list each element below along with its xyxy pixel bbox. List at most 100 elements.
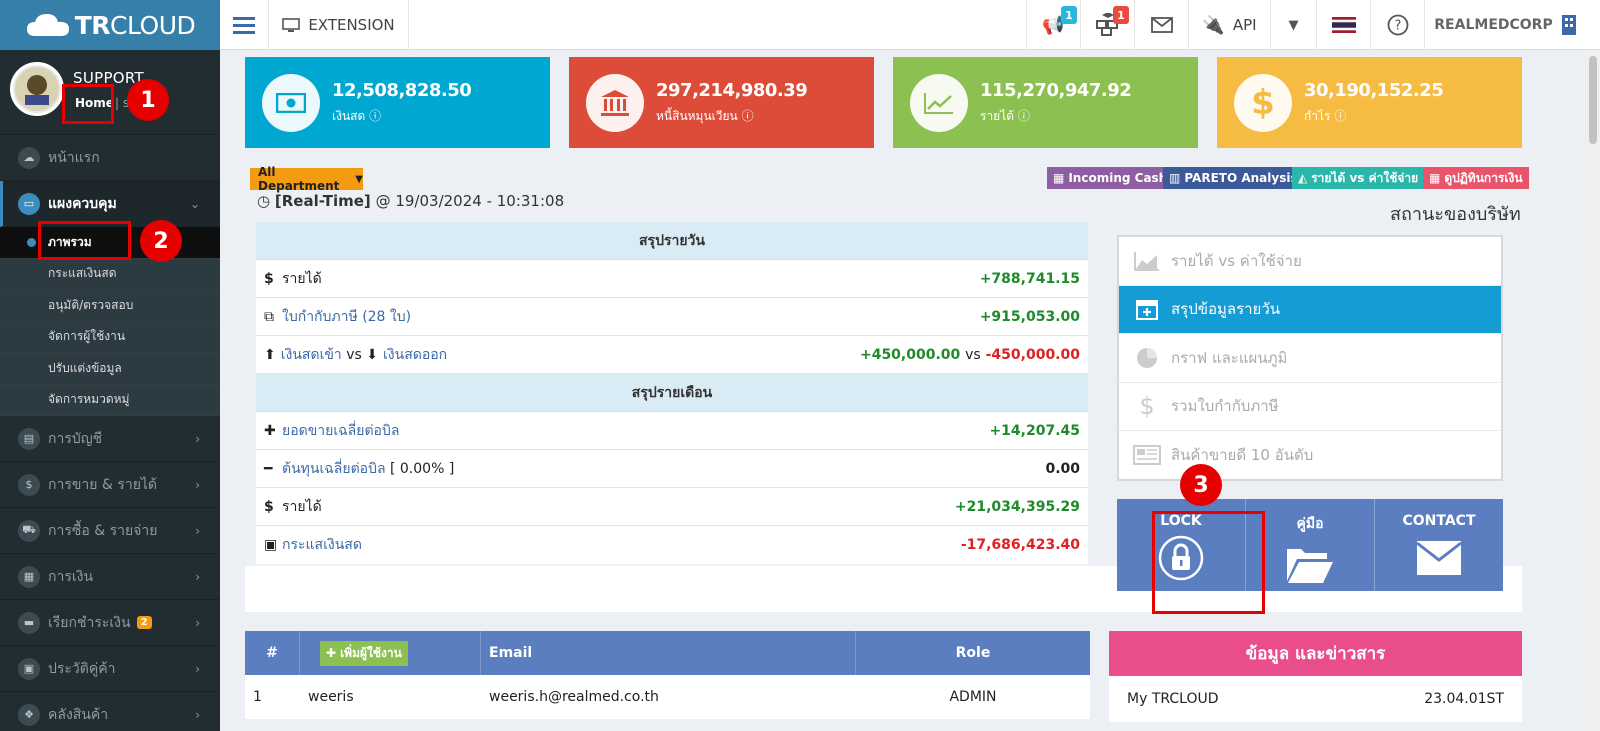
extension-button[interactable]: EXTENSION — [268, 0, 408, 50]
panel-item-charts[interactable]: กราฟ และแผนภูมิ — [1119, 334, 1501, 383]
realtime-timestamp: ◷ [Real-Time] @ 19/03/2024 - 10:31:08 — [257, 192, 564, 210]
dropdown-button[interactable]: ▼ — [1270, 0, 1316, 50]
button-label: Incoming Cash — [1068, 171, 1168, 185]
chevron-right-icon: › — [195, 477, 200, 492]
sidebar-item-billing[interactable]: ▬ เรียกชำระเงิน 2 › — [0, 600, 220, 646]
vertical-scrollbar[interactable] — [1586, 50, 1600, 731]
info-circle-icon[interactable]: ⓘ — [1018, 109, 1030, 123]
sidebar-item-finance[interactable]: ▦ การเงิน › — [0, 554, 220, 600]
monitor-icon: ▭ — [18, 192, 40, 215]
kpi-value: 12,508,828.50 — [332, 79, 472, 101]
packages-button[interactable]: 1 — [1080, 0, 1134, 50]
language-button[interactable] — [1316, 0, 1370, 50]
dollar-icon: $ — [1139, 392, 1155, 421]
api-label: API — [1232, 16, 1257, 34]
summary-table: สรุปรายวัน $ รายได้ +788,741.15 ⧉ ใบกำกับภ… — [256, 222, 1088, 564]
manual-button[interactable]: คู่มือ — [1246, 499, 1375, 591]
row-value: +788,741.15 — [979, 270, 1080, 287]
help-button[interactable]: ? — [1370, 0, 1424, 50]
company-status-panel: รายได้ vs ค่าใช้จ่าย สรุปข้อมูลรายวัน กร… — [1117, 235, 1503, 481]
kpi-card-cash[interactable]: 12,508,828.50 เงินสด ⓘ — [245, 57, 550, 148]
thai-flag-icon — [1331, 17, 1356, 33]
kpi-label: รายได้ — [980, 108, 1015, 123]
sidebar-item-sales[interactable]: $ การขาย & รายได้ › — [0, 462, 220, 508]
sidebar-item-label: การเงิน — [48, 568, 94, 585]
submenu-item-customize-data[interactable]: ปรับแต่งข้อมูล — [0, 353, 220, 385]
row-link[interactable]: ใบกำกับภาษี (28 ใบ) — [282, 306, 411, 328]
sidebar: SUPPORT Home | s ☁ หน้าแรก ▭ แผงควบคุม ⌄ ภา… — [0, 50, 220, 731]
row-link[interactable]: ต้นทุนเฉลี่ยต่อบิล — [282, 458, 386, 480]
arrow-circle-down-icon: ⬇ — [366, 346, 379, 363]
row-label: รายได้ — [282, 498, 322, 515]
cash-in-value: +450,000.00 — [859, 346, 961, 363]
kpi-card-revenue[interactable]: 115,270,947.92 รายได้ ⓘ — [893, 57, 1198, 148]
line-chart-icon — [924, 92, 953, 114]
api-button[interactable]: 🔌 API — [1188, 0, 1270, 50]
lock-button[interactable]: LOCK — [1117, 499, 1246, 591]
dollar-icon: $ — [264, 270, 274, 287]
announcement-button[interactable]: 📢 1 — [1026, 0, 1080, 50]
row-link[interactable]: กระแสเงินสด — [282, 534, 362, 556]
calendar-icon: ▦ — [1429, 171, 1441, 185]
revenue-vs-expense-button[interactable]: ◭ รายได้ vs ค่าใช้จ่าย — [1292, 167, 1425, 189]
submenu-item-category-management[interactable]: จัดการหมวดหมู่ — [0, 385, 220, 416]
submenu-item-approval[interactable]: อนุมัติ/ตรวจสอบ — [0, 290, 220, 322]
vs-label: vs — [346, 346, 362, 363]
bar-chart-icon: ▥ — [1169, 171, 1181, 185]
sidebar-item-partners[interactable]: ▣ ประวัติคู่ค้า › — [0, 646, 220, 692]
main-content: 12,508,828.50 เงินสด ⓘ 297,214,980.39 หนี้… — [220, 50, 1586, 731]
row-link[interactable]: ยอดขายเฉลี่ยต่อบิล — [282, 420, 399, 442]
submenu-item-user-management[interactable]: จัดการผู้ใช้งาน — [0, 322, 220, 353]
sidebar-item-purchases[interactable]: ⛟ การซื้อ & รายจ่าย › — [0, 508, 220, 554]
pareto-analysis-button[interactable]: ▥ PARETO Analysis — [1163, 167, 1304, 189]
add-user-button[interactable]: ✚ เพิ่มผู้ใช้งาน — [320, 640, 408, 666]
sidebar-item-inventory[interactable]: ❖ คลังสินค้า › — [0, 692, 220, 731]
kpi-card-current-liabilities[interactable]: 297,214,980.39 หนี้สินหมุนเวียน ⓘ — [569, 57, 874, 148]
cubes-icon: ❖ — [18, 703, 40, 726]
submenu-item-label: จัดการหมวดหมู่ — [48, 392, 130, 407]
kpi-icon-wrap: $ — [1234, 73, 1292, 132]
avatar[interactable] — [10, 62, 64, 116]
info-circle-icon[interactable]: ⓘ — [369, 109, 381, 123]
info-circle-icon[interactable]: ⓘ — [742, 109, 754, 123]
minus-icon: ━ — [264, 460, 273, 477]
financial-calendar-button[interactable]: ▦ ดูปฏิทินการเงิน — [1423, 167, 1529, 189]
submenu-item-overview[interactable]: ภาพรวม — [0, 227, 220, 259]
panel-item-revenue-vs-expense[interactable]: รายได้ vs ค่าใช้จ่าย — [1119, 237, 1501, 286]
mail-button[interactable] — [1134, 0, 1188, 50]
sidebar-item-home[interactable]: ☁ หน้าแรก — [0, 135, 220, 181]
scrollbar-thumb[interactable] — [1589, 56, 1597, 144]
company-account-button[interactable]: REALMEDCORP — [1424, 0, 1586, 50]
clock-icon: ◷ — [257, 192, 271, 210]
incoming-cash-button[interactable]: ▦ Incoming Cash — [1047, 167, 1174, 189]
hamburger-icon — [233, 17, 255, 34]
submenu-item-cashflow[interactable]: กระแสเงินสด — [0, 259, 220, 290]
kpi-label: เงินสด — [332, 108, 366, 123]
panel-item-daily-summary[interactable]: สรุปข้อมูลรายวัน — [1119, 285, 1501, 334]
copy-icon: ⧉ — [264, 308, 274, 325]
row-value: 0.00 — [1045, 460, 1080, 477]
cash-out-link[interactable]: เงินสดออก — [383, 344, 447, 366]
panel-item-tax-invoices[interactable]: $ รวมใบกำกับภาษี — [1119, 383, 1501, 431]
panel-item-top-products[interactable]: สินค้าขายดี 10 อันดับ — [1119, 431, 1501, 480]
table-row[interactable]: ⧉ ใบกำกับภาษี (28 ใบ) +915,053.00 — [256, 298, 1088, 336]
row-value: -17,686,423.40 — [960, 537, 1080, 553]
sidebar-item-dashboard[interactable]: ▭ แผงควบคุม ⌄ — [0, 181, 220, 227]
brand-logo[interactable]: TR CLOUD — [0, 0, 220, 50]
user-plus-icon: ✚ — [326, 646, 337, 660]
table-row: ⬆ เงินสดเข้า vs ⬇ เงินสดออก +450,000.00 vs… — [256, 336, 1088, 374]
caret-down-icon: ▼ — [1288, 17, 1299, 33]
button-label: ดูปฏิทินการเงิน — [1444, 170, 1523, 185]
question-circle-icon: ? — [1387, 14, 1408, 36]
sidebar-item-accounting[interactable]: ▤ การบัญชี › — [0, 416, 220, 462]
department-dropdown[interactable]: All Department ▼ — [250, 165, 363, 193]
cash-in-link[interactable]: เงินสดเข้า — [281, 344, 342, 366]
contact-button[interactable]: CONTACT — [1375, 499, 1503, 591]
info-circle-icon[interactable]: ⓘ — [1334, 109, 1346, 123]
hamburger-menu-button[interactable] — [220, 0, 268, 50]
home-link[interactable]: Home — [75, 96, 114, 110]
cell-name: weeris — [308, 689, 354, 705]
table-row[interactable]: 1 weeris weeris.h@realmed.co.th ADMIN — [245, 675, 1090, 719]
kpi-card-profit[interactable]: $ 30,190,152.25 กำไร ⓘ — [1217, 57, 1522, 148]
newspaper-icon — [1133, 445, 1161, 466]
